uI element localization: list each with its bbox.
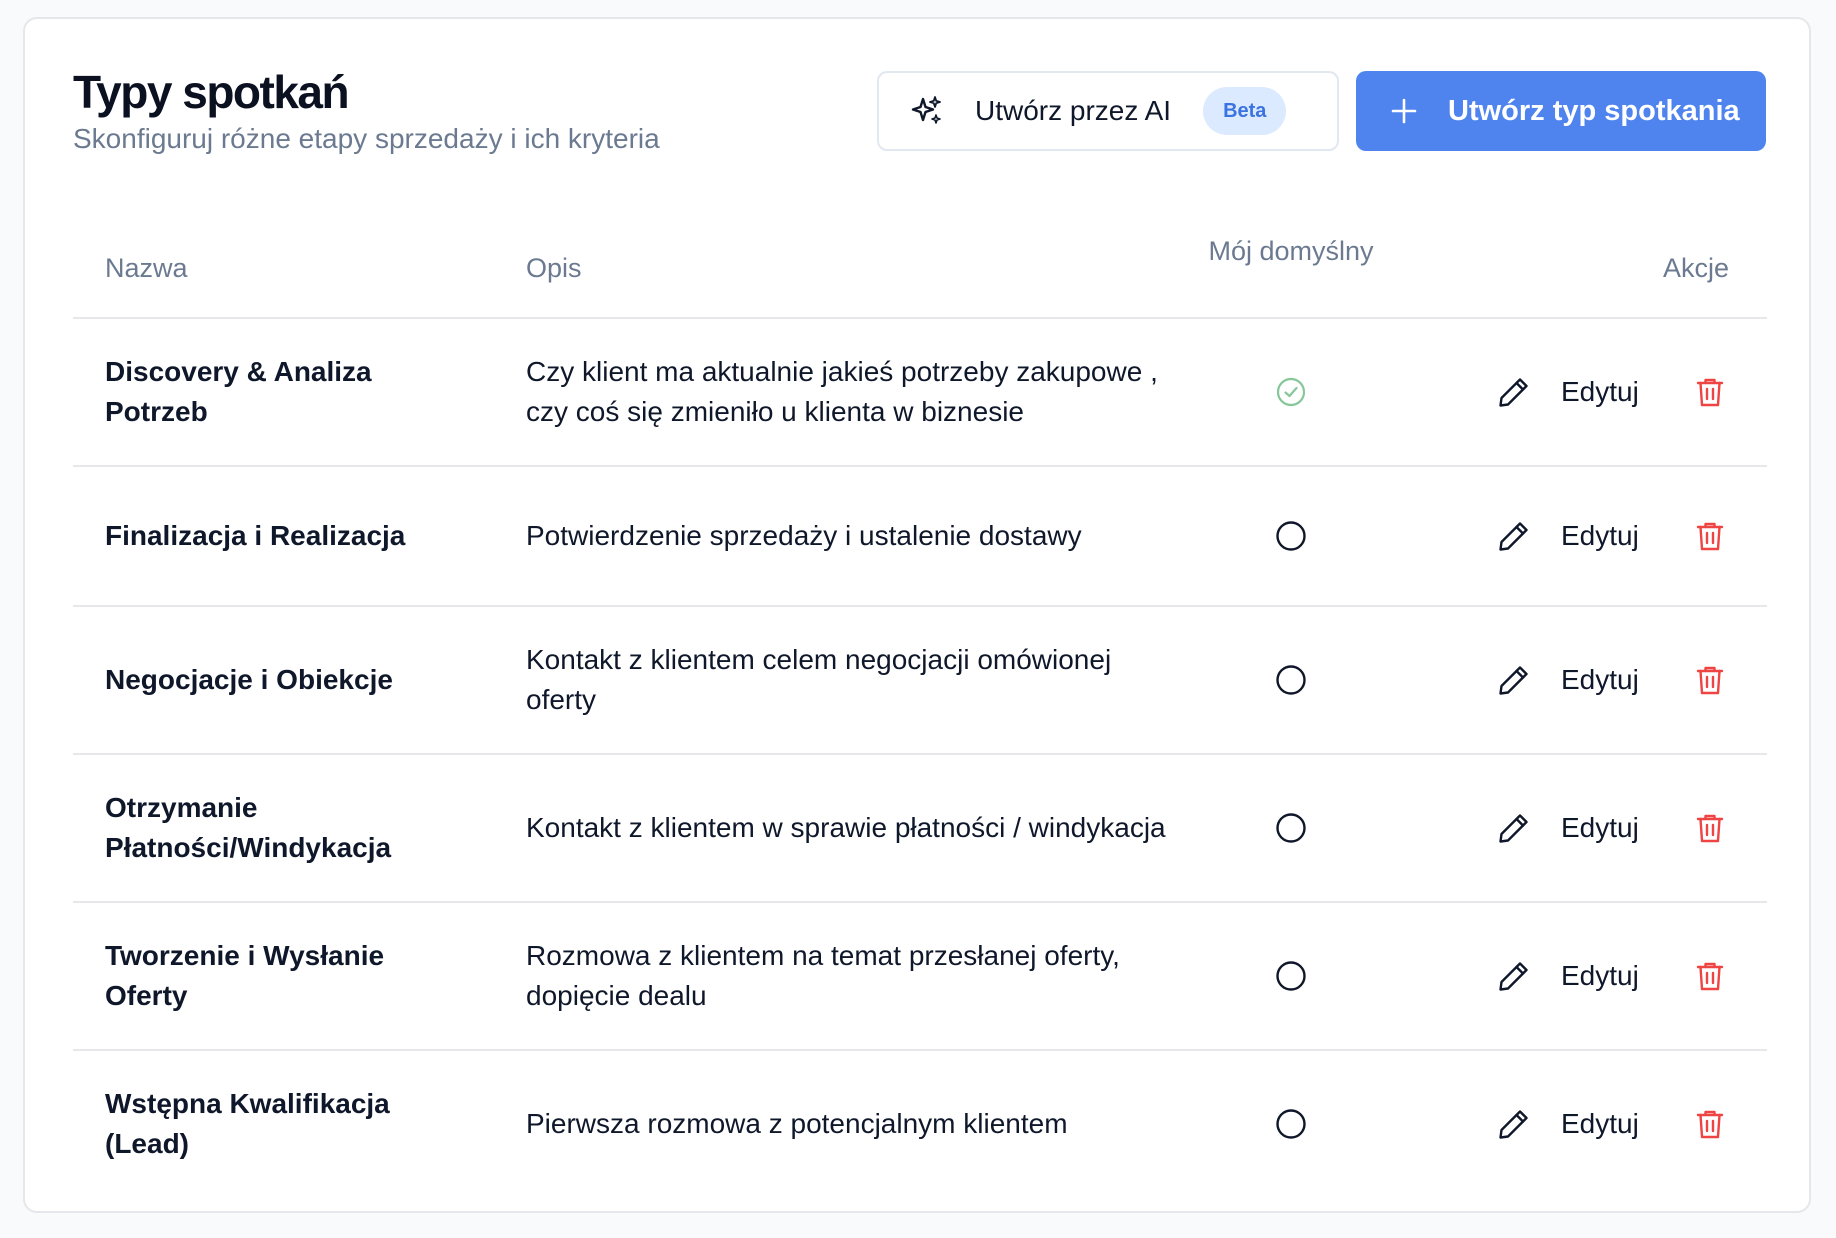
edit-button[interactable]: Edytuj xyxy=(1497,1107,1639,1141)
create-with-ai-label: Utwórz przez AI xyxy=(975,95,1172,126)
pencil-icon xyxy=(1497,811,1531,845)
trash-icon[interactable] xyxy=(1695,664,1725,696)
table-row: Finalizacja i Realizacja Potwierdzenie sp… xyxy=(73,467,1767,607)
trash-icon[interactable] xyxy=(1695,960,1725,992)
default-radio-icon[interactable] xyxy=(1263,948,1319,1004)
edit-label: Edytuj xyxy=(1561,520,1639,551)
create-meeting-type-label: Utwórz typ spotkania xyxy=(1448,94,1740,127)
default-radio-icon[interactable] xyxy=(1263,800,1319,856)
create-with-ai-button[interactable]: Utwórz przez AI Beta xyxy=(877,71,1339,151)
meeting-type-name: Finalizacja i Realizacja xyxy=(105,520,406,551)
pencil-icon xyxy=(1497,959,1531,993)
sparkles-icon xyxy=(909,93,945,129)
edit-button[interactable]: Edytuj xyxy=(1497,375,1639,409)
edit-label: Edytuj xyxy=(1561,960,1639,991)
column-header-default: Mój domyślny xyxy=(1208,236,1374,266)
pencil-icon xyxy=(1497,519,1531,553)
meeting-type-description: Potwierdzenie sprzedaży i ustalenie dost… xyxy=(526,520,1082,551)
edit-label: Edytuj xyxy=(1561,664,1639,695)
column-header-name: Nazwa xyxy=(105,253,188,283)
table-row: Wstępna Kwalifikacja (Lead) Pierwsza rozm… xyxy=(73,1051,1767,1197)
default-selected-icon[interactable] xyxy=(1263,364,1319,420)
default-radio-icon[interactable] xyxy=(1263,508,1319,564)
create-meeting-type-button[interactable]: Utwórz typ spotkania xyxy=(1356,71,1766,151)
meeting-type-description: Pierwsza rozmowa z potencjalnym klientem xyxy=(526,1108,1068,1139)
meeting-type-name: Wstępna Kwalifikacja (Lead) xyxy=(105,1088,390,1159)
table-header: Nazwa Opis Mój domyślny Akcje xyxy=(73,209,1767,319)
default-radio-icon[interactable] xyxy=(1263,1096,1319,1152)
page-title: Typy spotkań xyxy=(73,66,350,118)
page-header: Typy spotkań Skonfiguruj różne etapy spr… xyxy=(73,69,660,153)
pencil-icon xyxy=(1497,663,1531,697)
meeting-type-name: Discovery & Analiza Potrzeb xyxy=(105,356,372,427)
meeting-type-name: Tworzenie i Wysłanie Oferty xyxy=(105,940,385,1011)
table-row: Otrzymanie Płatności/Windykacja Kontakt z… xyxy=(73,755,1767,903)
trash-icon[interactable] xyxy=(1695,812,1725,844)
edit-button[interactable]: Edytuj xyxy=(1497,811,1639,845)
edit-button[interactable]: Edytuj xyxy=(1497,959,1639,993)
meeting-types-table: Nazwa Opis Mój domyślny Akcje Discovery … xyxy=(73,209,1767,1197)
meeting-type-description: Czy klient ma aktualnie jakieś potrzeby … xyxy=(526,356,1158,427)
plus-icon xyxy=(1390,97,1418,125)
edit-button[interactable]: Edytuj xyxy=(1497,663,1639,697)
meeting-type-name: Negocjacje i Obiekcje xyxy=(105,664,393,695)
column-header-description: Opis xyxy=(526,253,582,283)
trash-icon[interactable] xyxy=(1695,376,1725,408)
edit-label: Edytuj xyxy=(1561,812,1639,843)
meeting-types-card: Typy spotkań Skonfiguruj różne etapy spr… xyxy=(23,17,1811,1213)
table-row: Discovery & Analiza Potrzeb Czy klient ma… xyxy=(73,319,1767,467)
table-row: Negocjacje i Obiekcje Kontakt z klientem … xyxy=(73,607,1767,755)
meeting-type-description: Kontakt z klientem celem negocjacji omów… xyxy=(526,644,1112,715)
edit-label: Edytuj xyxy=(1561,376,1639,407)
meeting-type-description: Rozmowa z klientem na temat przesłanej o… xyxy=(526,940,1120,1011)
trash-icon[interactable] xyxy=(1695,520,1725,552)
page-subtitle: Skonfiguruj różne etapy sprzedaży i ich … xyxy=(73,123,660,154)
trash-icon[interactable] xyxy=(1695,1108,1725,1140)
pencil-icon xyxy=(1497,1107,1531,1141)
edit-button[interactable]: Edytuj xyxy=(1497,519,1639,553)
pencil-icon xyxy=(1497,375,1531,409)
meeting-type-description: Kontakt z klientem w sprawie płatności /… xyxy=(526,812,1166,843)
table-row: Tworzenie i Wysłanie Oferty Rozmowa z kli… xyxy=(73,903,1767,1051)
default-radio-icon[interactable] xyxy=(1263,652,1319,708)
meeting-type-name: Otrzymanie Płatności/Windykacja xyxy=(105,792,392,863)
column-header-actions: Akcje xyxy=(1663,253,1730,283)
beta-badge: Beta xyxy=(1203,87,1287,135)
edit-label: Edytuj xyxy=(1561,1108,1639,1139)
